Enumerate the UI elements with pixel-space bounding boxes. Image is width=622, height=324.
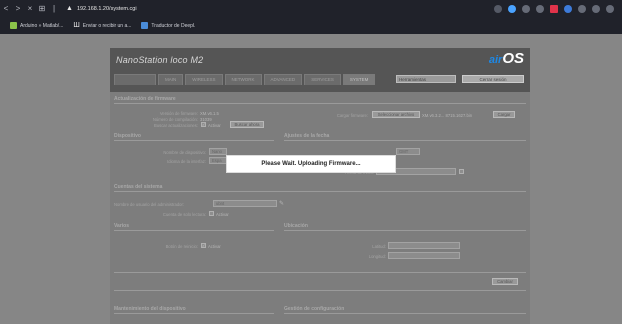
bookmark-email[interactable]: Ш Enviar o recibir un a... xyxy=(73,22,131,29)
admin-username-label: Nombre de usuario del administrador: xyxy=(114,202,185,207)
airos-panel: NanoStation loco M2 airOS MAIN WIRELESS … xyxy=(110,48,530,324)
close-tab-icon[interactable]: × xyxy=(24,4,36,13)
check-updates-option: Activar xyxy=(208,123,221,128)
language-label: Idioma de la interfaz: xyxy=(167,159,206,164)
language-select[interactable]: Espa xyxy=(209,157,227,164)
change-button[interactable]: Cambiar xyxy=(492,278,518,285)
shield-icon[interactable] xyxy=(578,4,586,13)
firmware-version-value: XM.v6.1.5 xyxy=(200,111,219,116)
divider xyxy=(114,272,526,273)
readonly-account-option: Activar xyxy=(216,212,229,217)
check-updates-checkbox[interactable]: ✓ xyxy=(201,122,206,127)
device-name-input[interactable]: Nano xyxy=(209,148,227,155)
tab-wireless[interactable]: WIRELESS xyxy=(185,74,223,85)
play-icon[interactable] xyxy=(522,4,530,13)
extension-icon[interactable] xyxy=(494,4,502,13)
menu-icon[interactable] xyxy=(606,4,614,13)
location-section-title: Ubicación xyxy=(284,223,308,229)
divider xyxy=(284,140,526,141)
device-name-label: Nombre de dispositivo: xyxy=(163,150,206,155)
back-button[interactable]: < xyxy=(0,4,12,13)
url-text: 192.168.1.20/system.cgi xyxy=(76,6,137,12)
tools-select[interactable]: Herramientas xyxy=(396,75,456,83)
latitude-input[interactable] xyxy=(388,242,460,249)
main-tabs: MAIN WIRELESS NETWORK ADVANCED SERVICES … xyxy=(114,74,377,85)
tab-services[interactable]: SERVICES xyxy=(304,74,341,85)
check-updates-label: Buscar actualizaciones: xyxy=(154,123,198,128)
key-icon[interactable]: ✎ xyxy=(279,200,284,207)
longitude-label: Longitud: xyxy=(368,254,386,259)
mail-icon: Ш xyxy=(73,22,80,29)
upload-progress-dialog: Please Wait. Uploading Firmware... xyxy=(226,155,396,173)
reset-button-label: Botón de reinicio: xyxy=(165,244,198,249)
bookmark-label: Enviar o recibir un a... xyxy=(82,22,132,29)
system-content: Actualización de firmware Versión de fir… xyxy=(110,92,530,324)
toolbar-separator: | xyxy=(52,4,56,13)
date-section-title: Ajustes de la fecha xyxy=(284,133,330,139)
bookmark-label: Arduino » Matlab/... xyxy=(20,22,64,29)
upload-firmware-label: Cargar firmware: xyxy=(336,113,368,118)
tab-system[interactable]: SYSTEM xyxy=(342,74,376,85)
bookmark-label: Traductor de Deepl. xyxy=(151,22,196,29)
logout-button[interactable]: Cerrar sesión xyxy=(462,75,524,83)
warning-icon: ▲ xyxy=(66,5,73,12)
tab-network[interactable]: NETWORK xyxy=(224,74,262,85)
airos-header: NanoStation loco M2 airOS MAIN WIRELESS … xyxy=(110,48,530,92)
misc-section-title: Varios xyxy=(114,223,130,229)
config-section-title: Gestión de configuración xyxy=(284,306,345,312)
longitude-input[interactable] xyxy=(388,252,460,259)
build-number-label: Número de compilación: xyxy=(152,117,198,122)
divider xyxy=(284,230,526,231)
reset-button-checkbox[interactable]: ✓ xyxy=(201,243,206,248)
address-bar[interactable]: ▲ 192.168.1.20/system.cgi xyxy=(66,5,137,12)
divider xyxy=(114,103,526,104)
tab-ubnt-logo[interactable] xyxy=(114,74,156,85)
selected-file-name: XM.v6.3.2... 8715.1627.bin xyxy=(422,113,473,118)
translate-icon xyxy=(141,22,149,29)
mail-icon[interactable] xyxy=(550,4,558,13)
bookmark-arduino[interactable]: Arduino » Matlab/... xyxy=(10,22,63,29)
readonly-account-label: Cuenta de solo lectura: xyxy=(162,212,206,217)
tab-grid-icon[interactable]: ⊞ xyxy=(36,4,48,13)
accounts-section-title: Cuentas del sistema xyxy=(114,184,163,190)
forward-button[interactable]: > xyxy=(12,4,24,13)
reset-button-option: Activar xyxy=(208,244,221,249)
airos-logo-air: air xyxy=(488,54,503,66)
timezone-select[interactable]: GMT xyxy=(396,148,420,155)
divider xyxy=(114,290,526,291)
firmware-version-label: Versión de firmware: xyxy=(159,111,198,116)
calendar-icon[interactable] xyxy=(459,169,464,174)
heart-icon[interactable] xyxy=(536,4,544,13)
bookmark-deepl[interactable]: Traductor de Deepl. xyxy=(141,22,195,29)
browser-chrome: < > × ⊞ | ▲ 192.168.1.20/system.cgi Ardui… xyxy=(0,0,622,34)
admin-username-input[interactable]: ubnt xyxy=(213,200,277,207)
vpn-icon[interactable] xyxy=(508,4,516,13)
select-file-button[interactable]: Seleccionar archivo xyxy=(372,111,420,118)
device-brand: NanoStation loco M2 xyxy=(116,55,204,65)
divider xyxy=(284,313,526,314)
firmware-section-title: Actualización de firmware xyxy=(114,96,176,102)
browser-toolbar: < > × ⊞ | ▲ 192.168.1.20/system.cgi xyxy=(0,0,622,17)
download-icon[interactable] xyxy=(592,4,600,13)
check-now-button[interactable]: Buscar ahora xyxy=(230,121,264,128)
page-overlay: NanoStation loco M2 airOS MAIN WIRELESS … xyxy=(0,34,622,324)
device-section-title: Dispositivo xyxy=(114,133,141,139)
maintenance-section-title: Mantenimiento del dispositivo xyxy=(114,306,186,312)
readonly-account-checkbox[interactable] xyxy=(209,211,214,216)
bookmark-icon xyxy=(10,22,17,29)
airos-logo: airOS xyxy=(489,50,524,67)
bookmarks-bar: Arduino » Matlab/... Ш Enviar o recibir u… xyxy=(0,17,622,34)
airos-logo-os: OS xyxy=(502,50,524,67)
extension-icon-2[interactable] xyxy=(564,4,572,13)
tab-advanced[interactable]: ADVANCED xyxy=(263,74,303,85)
latitude-label: Latitud: xyxy=(372,244,386,249)
divider xyxy=(114,191,526,192)
divider xyxy=(114,313,274,314)
divider xyxy=(114,140,274,141)
divider xyxy=(114,230,274,231)
tab-main[interactable]: MAIN xyxy=(158,74,184,85)
upload-button[interactable]: Cargar xyxy=(493,111,515,118)
